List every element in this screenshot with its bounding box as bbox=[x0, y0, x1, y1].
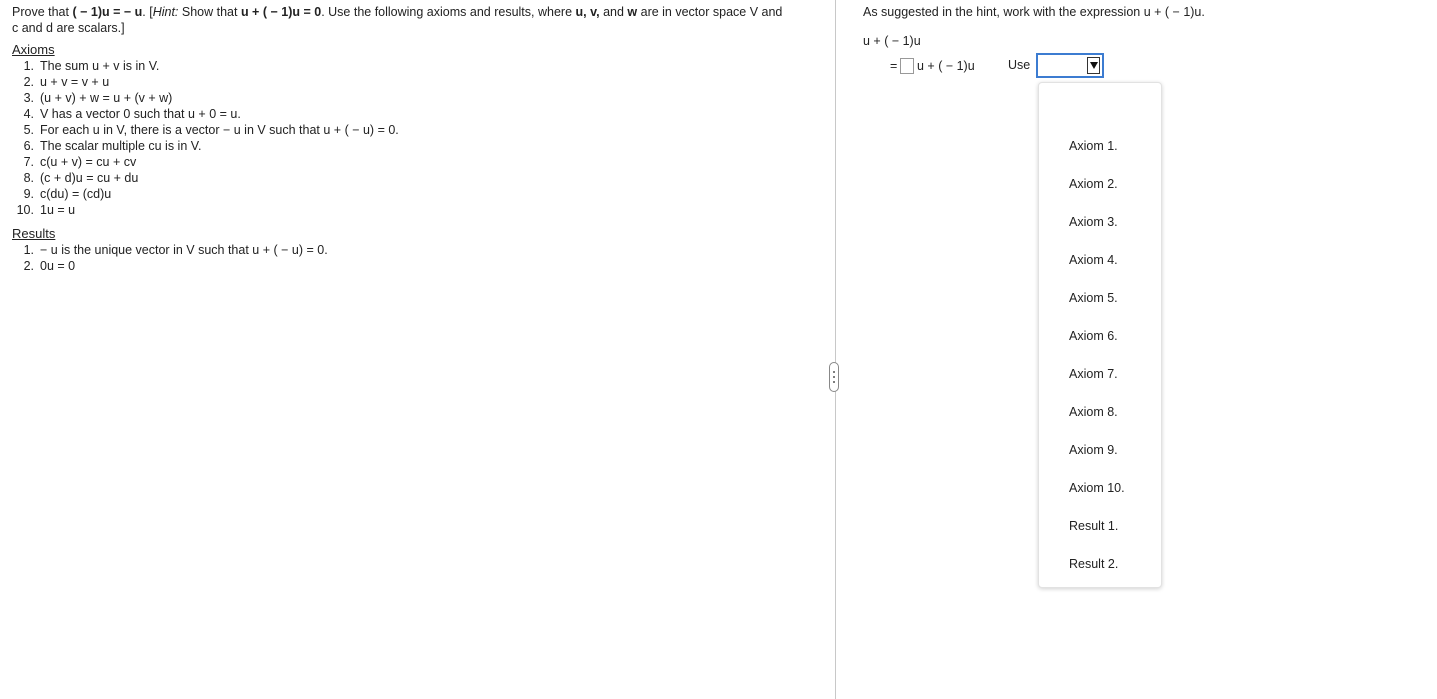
step-expression: u + ( − 1)u bbox=[917, 59, 975, 73]
list-item: 2. 0u = 0 bbox=[23, 259, 76, 273]
list-item: 1. The sum u + v is in V. bbox=[23, 59, 160, 73]
list-item: 9. c(du) = (cd)u bbox=[23, 187, 112, 201]
dropdown-option-result-1[interactable]: Result 1. bbox=[1069, 507, 1125, 545]
dropdown-option-axiom-7[interactable]: Axiom 7. bbox=[1069, 355, 1125, 393]
dropdown-option-axiom-5[interactable]: Axiom 5. bbox=[1069, 279, 1125, 317]
dropdown-option-axiom-8[interactable]: Axiom 8. bbox=[1069, 393, 1125, 431]
list-item: 1. − u is the unique vector in V such th… bbox=[23, 243, 328, 257]
work-panel: As suggested in the hint, work with the … bbox=[863, 4, 1205, 20]
list-item: 7. c(u + v) = cu + cv bbox=[23, 155, 137, 169]
justification-dropdown-menu: Axiom 1. Axiom 2. Axiom 3. Axiom 4. Axio… bbox=[1038, 82, 1162, 588]
start-expression: u + ( − 1)u bbox=[863, 34, 921, 48]
step-answer-box[interactable] bbox=[900, 58, 914, 74]
panel-resize-handle[interactable] bbox=[829, 362, 839, 392]
list-item: 10. 1u = u bbox=[16, 203, 76, 217]
dropdown-option-axiom-9[interactable]: Axiom 9. bbox=[1069, 431, 1125, 469]
list-item: 8. (c + d)u = cu + du bbox=[23, 171, 139, 185]
dropdown-option-axiom-2[interactable]: Axiom 2. bbox=[1069, 165, 1125, 203]
list-item: 4. V has a vector 0 such that u + 0 = u. bbox=[23, 107, 241, 121]
axioms-list: 1. The sum u + v is in V. 2. u + v = v + u… bbox=[12, 58, 812, 218]
list-item: 3. (u + v) + w = u + (v + w) bbox=[23, 91, 173, 105]
list-item: 2. u + v = v + u bbox=[23, 75, 110, 89]
dropdown-option-axiom-4[interactable]: Axiom 4. bbox=[1069, 241, 1125, 279]
equals-sign: = bbox=[890, 59, 898, 73]
grip-dot-icon bbox=[833, 381, 835, 383]
problem-statement-line-2: c and d are scalars.] bbox=[12, 21, 125, 35]
use-label: Use bbox=[1008, 58, 1031, 72]
dropdown-option-result-2[interactable]: Result 2. bbox=[1069, 545, 1125, 583]
dropdown-option-axiom-1[interactable]: Axiom 1. bbox=[1069, 127, 1125, 165]
hint-label: Hint: bbox=[152, 5, 179, 19]
list-item: 6. The scalar multiple cu is in V. bbox=[23, 139, 202, 153]
prove-expression: ( − 1)u = − u bbox=[72, 5, 143, 19]
results-list: 1. − u is the unique vector in V such th… bbox=[12, 242, 812, 274]
dropdown-option-axiom-3[interactable]: Axiom 3. bbox=[1069, 203, 1125, 241]
proof-step-row: = u + ( − 1)u bbox=[890, 55, 975, 77]
list-item: 5. For each u in V, there is a vector − u… bbox=[23, 123, 399, 137]
justification-select[interactable] bbox=[1036, 53, 1104, 78]
work-intro: As suggested in the hint, work with the … bbox=[863, 5, 1205, 19]
panel-divider bbox=[835, 0, 836, 699]
dropdown-arrow-icon[interactable] bbox=[1087, 57, 1100, 74]
grip-dot-icon bbox=[833, 376, 835, 378]
dropdown-option-axiom-6[interactable]: Axiom 6. bbox=[1069, 317, 1125, 355]
axioms-heading: Axioms bbox=[12, 42, 55, 57]
results-heading: Results bbox=[12, 226, 56, 241]
problem-statement: Prove that ( − 1)u = − u. [Hint: Show th… bbox=[12, 5, 783, 19]
problem-panel: Prove that ( − 1)u = − u. [Hint: Show th… bbox=[12, 4, 812, 274]
grip-dot-icon bbox=[833, 371, 835, 373]
dropdown-option-axiom-10[interactable]: Axiom 10. bbox=[1069, 469, 1125, 507]
